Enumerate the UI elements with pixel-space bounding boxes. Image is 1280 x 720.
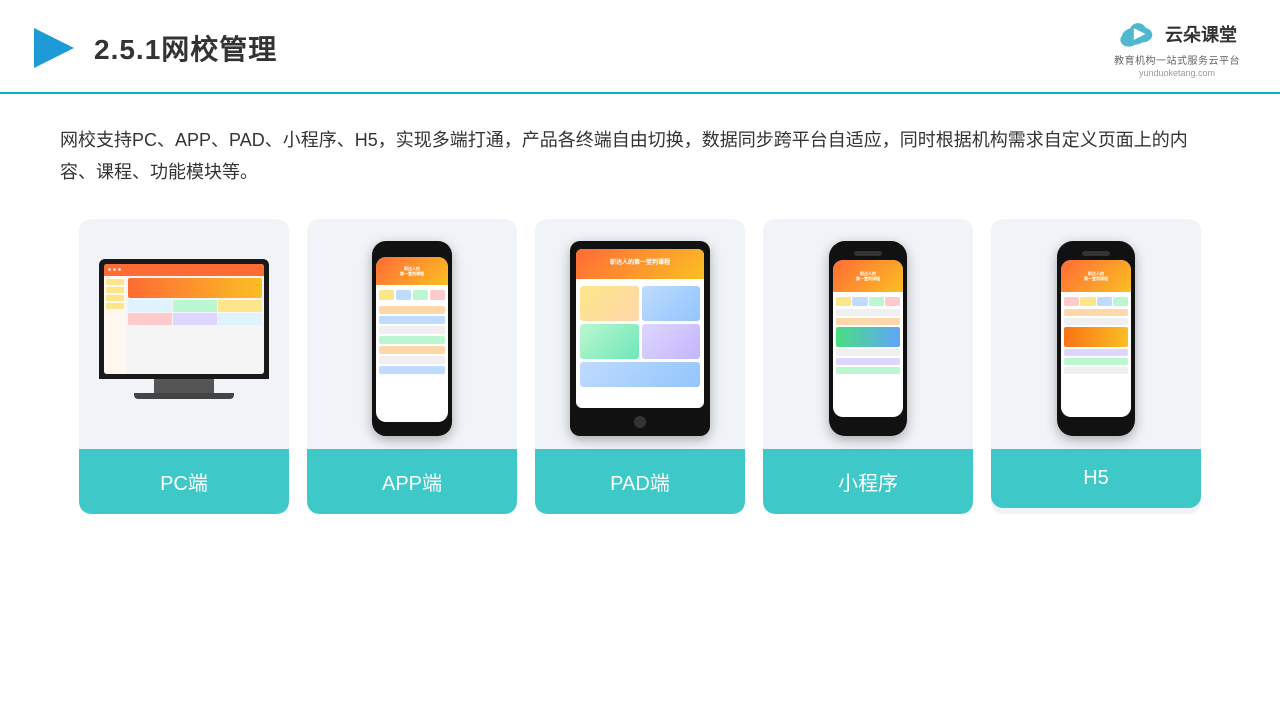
- description-text: 网校支持PC、APP、PAD、小程序、H5，实现多端打通，产品各终端自由切换，数…: [60, 124, 1220, 189]
- header: 2.5.1网校管理 云朵课堂 教育机构一站式服务云平台 yunduoketang…: [0, 0, 1280, 94]
- logo-tagline: 教育机构一站式服务云平台: [1114, 52, 1240, 67]
- card-h5-image: 职达人的第一堂判课程: [991, 219, 1201, 449]
- pad-tablet-icon: 职达人的第一堂判课程: [570, 241, 710, 436]
- play-icon: [30, 24, 78, 72]
- card-pc: PC端: [79, 219, 289, 514]
- miniprogram-phone-icon: 职达人的第一堂判课程: [829, 241, 907, 436]
- card-app-label: APP端: [307, 449, 517, 514]
- card-pad-label: PAD端: [535, 449, 745, 514]
- card-pad: 职达人的第一堂判课程 PAD端: [535, 219, 745, 514]
- card-app-image: 职达人的第一堂判课程: [307, 219, 517, 449]
- card-miniprogram-label: 小程序: [763, 449, 973, 514]
- logo-name: 云朵课堂: [1165, 21, 1237, 47]
- main-content: 网校支持PC、APP、PAD、小程序、H5，实现多端打通，产品各终端自由切换，数…: [0, 94, 1280, 534]
- card-pc-image: [79, 219, 289, 449]
- pc-monitor-icon: [99, 259, 269, 419]
- logo-area: 云朵课堂 教育机构一站式服务云平台 yunduoketang.com: [1114, 18, 1240, 78]
- logo-cloud: 云朵课堂: [1117, 18, 1237, 50]
- header-left: 2.5.1网校管理: [30, 24, 277, 72]
- card-h5: 职达人的第一堂判课程: [991, 219, 1201, 514]
- logo-url: yunduoketang.com: [1139, 68, 1215, 78]
- app-phone-icon: 职达人的第一堂判课程: [372, 241, 452, 436]
- page-title: 2.5.1网校管理: [94, 28, 277, 68]
- cloud-logo-icon: [1117, 18, 1159, 50]
- card-miniprogram-image: 职达人的第一堂判课程: [763, 219, 973, 449]
- card-app: 职达人的第一堂判课程: [307, 219, 517, 514]
- card-pc-label: PC端: [79, 449, 289, 514]
- card-pad-image: 职达人的第一堂判课程: [535, 219, 745, 449]
- card-miniprogram: 职达人的第一堂判课程: [763, 219, 973, 514]
- cards-section: PC端 职达人的第一堂判课程: [60, 219, 1220, 514]
- h5-phone-icon: 职达人的第一堂判课程: [1057, 241, 1135, 436]
- card-h5-label: H5: [991, 449, 1201, 508]
